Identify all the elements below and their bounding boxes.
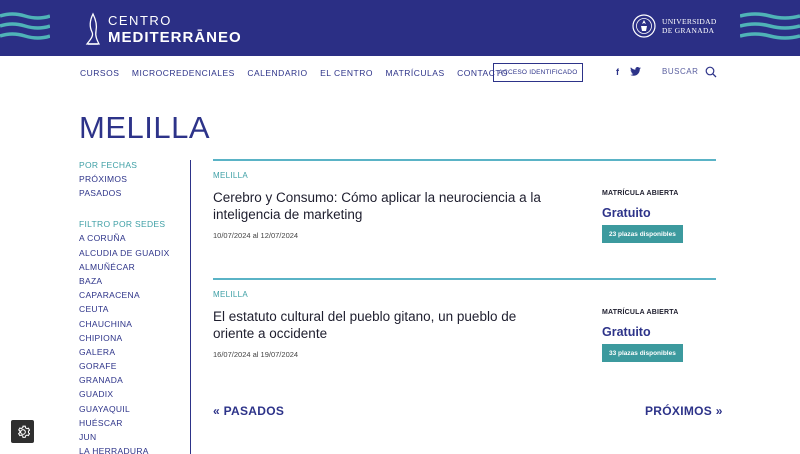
sedes-heading: FILTRO POR SEDES — [79, 219, 166, 230]
sede-item[interactable]: GUADIX — [79, 387, 191, 401]
pager-prev-link[interactable]: « PASADOS — [213, 404, 284, 418]
sede-item[interactable]: LA HERRADURA — [79, 444, 191, 454]
course-dates: 10/07/2024 al 12/07/2024 — [213, 231, 299, 240]
sede-item[interactable]: CHIPIONA — [79, 331, 191, 345]
sede-item[interactable]: A CORUÑA — [79, 231, 191, 245]
sede-item[interactable]: GUAYAQUIL — [79, 402, 191, 416]
sede-item[interactable]: ALMUÑÉCAR — [79, 260, 191, 274]
course-location[interactable]: MELILLA — [213, 290, 248, 299]
sede-item[interactable]: CHAUCHINA — [79, 317, 191, 331]
sede-item[interactable]: CEUTA — [79, 302, 191, 316]
search-icon[interactable] — [705, 66, 717, 78]
available-places-badge: 23 plazas disponibles — [602, 225, 683, 243]
logo-line2: MEDITERRĀNEO — [108, 28, 242, 46]
nav-cursos[interactable]: CURSOS — [80, 68, 119, 78]
university-line1: UNIVERSIDAD — [662, 16, 717, 26]
nav-microcredenciales[interactable]: MICROCREDENCIALES — [132, 68, 235, 78]
sede-item[interactable]: ALCUDIA DE GUADIX — [79, 246, 191, 260]
course-dates: 16/07/2024 al 19/07/2024 — [213, 350, 299, 359]
enrollment-status: MATRÍCULA ABIERTA — [602, 309, 679, 316]
sede-item[interactable]: GRANADA — [79, 373, 191, 387]
acceso-identificado-button[interactable]: ACCESO IDENTIFICADO — [493, 63, 583, 82]
university-line2: DE GRANADA — [662, 26, 715, 35]
main-nav: CURSOS MICROCREDENCIALES CALENDARIO EL C… — [80, 64, 521, 82]
sede-item[interactable]: GALERA — [79, 345, 191, 359]
logo-figure-icon — [85, 12, 101, 45]
gear-icon — [17, 425, 30, 438]
course-card: MELILLA Cerebro y Consumo: Cómo aplicar … — [213, 159, 716, 269]
course-price: Gratuito — [602, 325, 651, 339]
sede-item[interactable]: CAPARACENA — [79, 288, 191, 302]
universidad-granada-logo[interactable]: UNIVERSIDAD DE GRANADA — [632, 14, 717, 38]
nav-el-centro[interactable]: EL CENTRO — [320, 68, 373, 78]
logo-line1: CENTRO — [108, 12, 172, 28]
pager-next-link[interactable]: PRÓXIMOS » — [645, 404, 723, 418]
sede-item[interactable]: JUN — [79, 430, 191, 444]
course-card: MELILLA El estatuto cultural del pueblo … — [213, 278, 716, 388]
filter-proximos[interactable]: PRÓXIMOS — [79, 172, 191, 186]
sidebar-filters: POR FECHAS PRÓXIMOS PASADOS FILTRO POR S… — [79, 158, 191, 454]
cookie-settings-button[interactable] — [11, 420, 34, 443]
page-title: MELILLA — [79, 110, 211, 145]
facebook-icon[interactable]: f — [616, 67, 619, 77]
course-location[interactable]: MELILLA — [213, 171, 248, 180]
course-price: Gratuito — [602, 206, 651, 220]
wave-decoration-left-icon — [0, 12, 50, 40]
site-header: CENTRO MEDITERRĀNEO UNIVERSIDAD DE GRANA… — [0, 0, 800, 56]
available-places-badge: 33 plazas disponibles — [602, 344, 683, 362]
course-title[interactable]: Cerebro y Consumo: Cómo aplicar la neuro… — [213, 189, 543, 223]
wave-decoration-right-icon — [740, 12, 800, 40]
fechas-heading: POR FECHAS — [79, 160, 138, 170]
university-seal-icon — [632, 14, 656, 38]
sede-item[interactable]: HUÉSCAR — [79, 416, 191, 430]
twitter-icon[interactable] — [630, 67, 641, 76]
search-label[interactable]: BUSCAR — [662, 67, 698, 76]
sede-item[interactable]: BAZA — [79, 274, 191, 288]
nav-matriculas[interactable]: MATRÍCULAS — [385, 68, 444, 78]
enrollment-status: MATRÍCULA ABIERTA — [602, 190, 679, 197]
nav-calendario[interactable]: CALENDARIO — [247, 68, 307, 78]
filter-pasados[interactable]: PASADOS — [79, 186, 191, 200]
sidebar-divider — [190, 160, 191, 454]
sede-item[interactable]: GORAFE — [79, 359, 191, 373]
course-title[interactable]: El estatuto cultural del pueblo gitano, … — [213, 308, 543, 342]
centro-mediterraneo-logo[interactable]: CENTRO MEDITERRĀNEO — [84, 12, 242, 46]
